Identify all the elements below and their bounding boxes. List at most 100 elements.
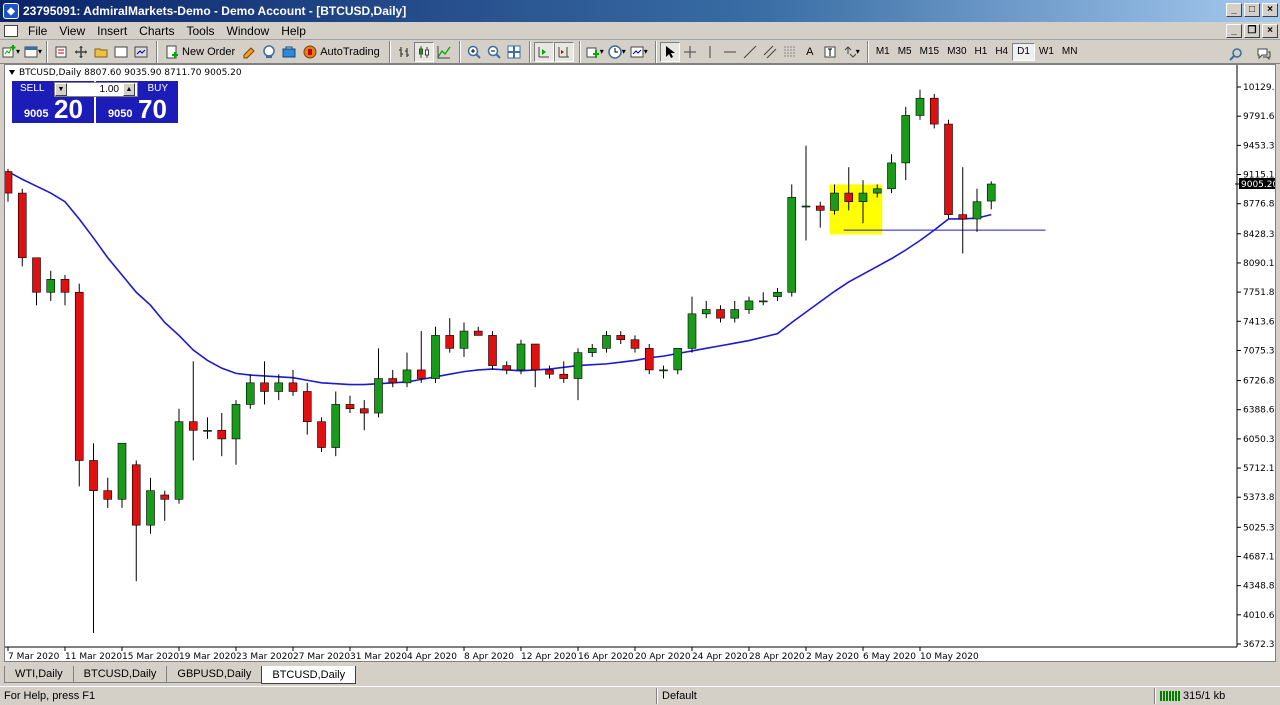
chart-shift-button[interactable]: [553, 41, 574, 62]
autotrading-icon: [303, 45, 317, 58]
periods-button[interactable]: ▾: [606, 42, 628, 62]
search-button[interactable]: [1226, 44, 1246, 64]
price-tick-label: 6050.35: [1243, 435, 1275, 445]
candle-body: [146, 490, 155, 526]
fibonacci-button[interactable]: [780, 42, 800, 62]
metaeditor-button[interactable]: [239, 42, 259, 62]
autotrading-button[interactable]: AutoTrading: [299, 45, 384, 59]
chat-button[interactable]: [1254, 44, 1274, 64]
strategy-tester-button[interactable]: [131, 42, 151, 62]
maximize-button[interactable]: □: [1244, 3, 1260, 17]
cursor-button[interactable]: [659, 41, 680, 62]
bar-chart-button[interactable]: [394, 42, 414, 62]
candle-body: [972, 201, 982, 220]
lot-increase-button[interactable]: ▲: [123, 83, 135, 96]
time-tick-label: 28 Apr 2020: [749, 652, 805, 661]
chart-document-icon[interactable]: [4, 24, 18, 37]
lot-size-input[interactable]: [67, 84, 123, 95]
tab-gbpusd-daily[interactable]: GBPUSD,Daily: [166, 666, 263, 683]
chart-restore-button[interactable]: ❐: [1244, 24, 1260, 38]
chart-close-button[interactable]: ×: [1262, 24, 1278, 38]
chart-window[interactable]: 10129.859791.609453.359115.108776.858428…: [4, 64, 1276, 662]
price-tick-label: 8428.35: [1243, 230, 1275, 240]
new-order-button[interactable]: New Order: [161, 45, 239, 59]
zoom-out-button[interactable]: [484, 42, 504, 62]
data-window-button[interactable]: [91, 42, 111, 62]
menu-window[interactable]: Window: [221, 24, 276, 38]
candle-body: [174, 421, 184, 500]
status-bar: For Help, press F1 Default 315/1 kb: [0, 686, 1280, 705]
price-tick-label: 4348.85: [1243, 582, 1275, 592]
text-label-button[interactable]: [820, 42, 840, 62]
tab-wti-daily[interactable]: WTI,Daily: [4, 666, 74, 683]
timeframe-mn[interactable]: MN: [1058, 43, 1082, 61]
new-order-icon: [166, 45, 179, 58]
timeframe-w1[interactable]: W1: [1035, 43, 1058, 61]
market-button[interactable]: [279, 42, 299, 62]
price-chart[interactable]: 10129.859791.609453.359115.108776.858428…: [5, 65, 1275, 661]
tab-btcusd-daily-active[interactable]: BTCUSD,Daily: [261, 666, 357, 684]
horizontal-line-button[interactable]: [720, 42, 740, 62]
crosshair-button[interactable]: [680, 42, 700, 62]
line-chart-button[interactable]: [434, 42, 454, 62]
menu-insert[interactable]: Insert: [91, 24, 133, 38]
dropdown-arrow-icon: ▾: [621, 47, 626, 56]
menu-help[interactable]: Help: [275, 24, 312, 38]
indicators-button[interactable]: ▾: [584, 42, 606, 62]
candle-body: [473, 330, 483, 336]
menu-tools[interactable]: Tools: [181, 24, 221, 38]
new-chart-button[interactable]: ▾: [0, 42, 22, 62]
timeframe-d1[interactable]: D1: [1012, 42, 1035, 61]
timeframe-m15[interactable]: M15: [916, 43, 943, 61]
navigator-button[interactable]: [71, 42, 91, 62]
timeframe-m5[interactable]: M5: [894, 43, 916, 61]
chart-window-controls: _ ❐ ×: [1226, 24, 1278, 38]
profiles-button[interactable]: ▾: [22, 42, 44, 62]
equidistant-channel-button[interactable]: [760, 42, 780, 62]
market-watch-button[interactable]: [51, 42, 71, 62]
buy-price-big: 70: [138, 94, 167, 124]
menu-view[interactable]: View: [53, 24, 91, 38]
metaeditor-icon: [243, 46, 255, 58]
terminal-button[interactable]: [111, 42, 131, 62]
menu-charts[interactable]: Charts: [133, 24, 180, 38]
price-tick-label: 5373.85: [1243, 493, 1275, 503]
sell-price-small: 9005: [24, 108, 49, 120]
tile-windows-button[interactable]: [504, 42, 524, 62]
toolbar-group-chart-type: [389, 40, 457, 63]
toolbar-group-zoom: [459, 40, 527, 63]
candle-body: [431, 335, 440, 379]
arrows-button[interactable]: ▾: [840, 42, 862, 62]
candle-body: [744, 300, 754, 310]
candlestick-chart-button[interactable]: [413, 41, 434, 62]
vertical-line-icon: [709, 45, 711, 58]
chart-minimize-button[interactable]: _: [1226, 24, 1242, 38]
timeframe-h1[interactable]: H1: [971, 43, 992, 61]
candle-body: [217, 429, 227, 440]
candle-body: [274, 382, 284, 392]
status-separator: [1154, 688, 1155, 704]
text-button[interactable]: A: [800, 42, 820, 62]
timeframe-m1[interactable]: M1: [872, 43, 894, 61]
candle-body: [60, 279, 70, 293]
tab-btcusd-daily[interactable]: BTCUSD,Daily: [72, 666, 168, 683]
minimize-button[interactable]: _: [1226, 3, 1242, 17]
price-tick-label: 5712.10: [1243, 464, 1275, 474]
candle-body: [388, 378, 398, 384]
vertical-line-button[interactable]: [700, 42, 720, 62]
templates-button[interactable]: ▾: [628, 42, 650, 62]
time-tick-label: 19 Mar 2020: [179, 652, 236, 661]
bar-chart-icon: [398, 46, 409, 57]
signals-button[interactable]: [259, 42, 279, 62]
menu-file[interactable]: File: [22, 24, 53, 38]
chart-symbol-triangle-icon: [9, 70, 15, 76]
zoom-in-button[interactable]: [464, 42, 484, 62]
auto-scroll-button[interactable]: [533, 41, 554, 62]
timeframe-m30[interactable]: M30: [943, 43, 970, 61]
time-tick-label: 11 Mar 2020: [65, 652, 122, 661]
trendline-button[interactable]: [740, 42, 760, 62]
close-button[interactable]: ×: [1262, 3, 1278, 17]
lot-size-control: ▼ ▲: [54, 82, 138, 97]
timeframe-h4[interactable]: H4: [991, 43, 1012, 61]
lot-decrease-button[interactable]: ▼: [55, 83, 67, 96]
